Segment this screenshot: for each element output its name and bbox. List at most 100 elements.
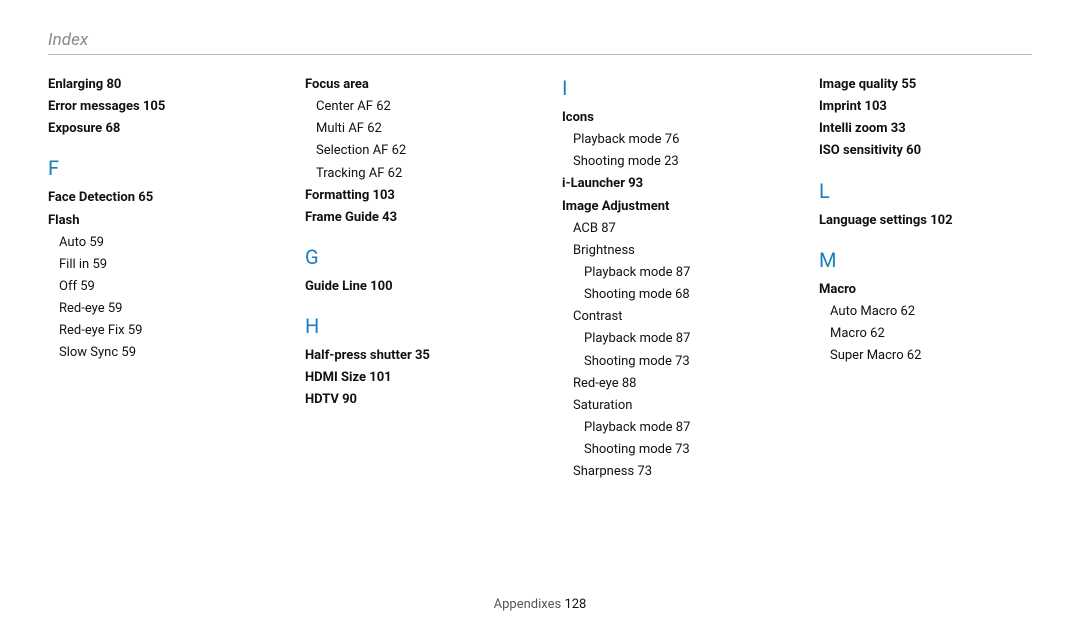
- entry-label: Red-eye: [573, 376, 619, 391]
- entry-label: Playback mode: [584, 331, 673, 346]
- page-number: 62: [392, 143, 407, 158]
- entry-label: Playback mode: [573, 132, 662, 147]
- entry-label: Multi AF: [316, 121, 364, 136]
- entry-selectionaf: Selection AF 62: [316, 141, 518, 161]
- entry-brightness-playback: Playback mode 87: [584, 263, 775, 283]
- entry-label: ISO sensitivity: [819, 143, 903, 158]
- page-number: 73: [637, 464, 652, 479]
- entry-error-messages: Error messages 105: [48, 97, 261, 117]
- page-number: 59: [80, 279, 95, 294]
- entry-supermacro: Super Macro 62: [830, 346, 1032, 366]
- page-footer: Appendixes 128: [0, 597, 1080, 612]
- page-number: 73: [675, 442, 690, 457]
- page-number: 59: [89, 235, 104, 250]
- letter-heading-m: M: [819, 245, 1032, 276]
- letter-heading-f: F: [48, 153, 261, 184]
- letter-heading-h: H: [305, 311, 518, 342]
- entry-focus-area: Focus area: [305, 75, 518, 95]
- entry-label: Red-eye: [59, 301, 105, 316]
- entry-centeraf: Center AF 62: [316, 97, 518, 117]
- page-number: 60: [906, 143, 921, 158]
- entry-macro-sub: Macro 62: [830, 324, 1032, 344]
- page-number: 62: [376, 99, 391, 114]
- entry-label: ACB: [573, 221, 598, 236]
- entry-label: Shooting mode: [573, 154, 661, 169]
- entry-label: Enlarging: [48, 77, 103, 92]
- entry-label: i-Launcher: [562, 176, 625, 191]
- footer-page-number: 128: [564, 597, 586, 612]
- entry-flash: Flash: [48, 211, 261, 231]
- entry-halfpress: Half-press shutter 35: [305, 346, 518, 366]
- entry-hdmisize: HDMI Size 101: [305, 368, 518, 388]
- page-number: 35: [415, 348, 430, 363]
- page-number: 62: [901, 304, 916, 319]
- entry-brightness-shooting: Shooting mode 68: [584, 285, 775, 305]
- entry-label: Exposure: [48, 121, 102, 136]
- entry-label: Selection AF: [316, 143, 388, 158]
- entry-image-quality: Image quality 55: [819, 75, 1032, 95]
- entry-saturation: Saturation: [573, 396, 775, 416]
- entry-flash-auto: Auto 59: [59, 233, 261, 253]
- entry-label: Off: [59, 279, 77, 294]
- entry-acb: ACB 87: [573, 219, 775, 239]
- entry-label: Sharpness: [573, 464, 634, 479]
- entry-label: Flash: [48, 213, 80, 228]
- entry-label: Playback mode: [584, 265, 673, 280]
- entry-label: Auto Macro: [830, 304, 897, 319]
- entry-label: Auto: [59, 235, 86, 250]
- page-number: 59: [108, 301, 123, 316]
- letter-heading-i: I: [562, 73, 775, 104]
- page-number: 105: [143, 99, 165, 114]
- page-number: 87: [676, 265, 691, 280]
- entry-flash-redeye: Red-eye 59: [59, 299, 261, 319]
- page-number: 62: [367, 121, 382, 136]
- page-number: 65: [138, 190, 153, 205]
- page-number: 102: [930, 213, 952, 228]
- entry-contrast: Contrast: [573, 307, 775, 327]
- page-number: 68: [105, 121, 120, 136]
- entry-contrast-shooting: Shooting mode 73: [584, 352, 775, 372]
- column-3: I Icons Playback mode 76 Shooting mode 2…: [562, 73, 775, 484]
- entry-label: Macro: [830, 326, 867, 341]
- entry-icons-shooting: Shooting mode 23: [573, 152, 775, 172]
- entry-image-adjustment: Image Adjustment: [562, 197, 775, 217]
- entry-frameguide: Frame Guide 43: [305, 208, 518, 228]
- page-number: 59: [121, 345, 136, 360]
- entry-sharpness: Sharpness 73: [573, 462, 775, 482]
- entry-label: Guide Line: [305, 279, 367, 294]
- entry-label: Playback mode: [584, 420, 673, 435]
- entry-label: Saturation: [573, 398, 632, 413]
- page-number: 62: [907, 348, 922, 363]
- entry-label: Red-eye Fix: [59, 323, 125, 338]
- letter-heading-l: L: [819, 176, 1032, 207]
- page-number: 23: [664, 154, 679, 169]
- entry-language: Language settings 102: [819, 211, 1032, 231]
- page-number: 103: [865, 99, 887, 114]
- letter-heading-g: G: [305, 242, 518, 273]
- page-header: Index: [48, 30, 1032, 50]
- entry-macro: Macro: [819, 280, 1032, 300]
- entry-label: Center AF: [316, 99, 373, 114]
- footer-section: Appendixes: [494, 597, 562, 612]
- page-number: 80: [106, 77, 121, 92]
- entry-label: Shooting mode: [584, 354, 672, 369]
- entry-saturation-shooting: Shooting mode 73: [584, 440, 775, 460]
- column-4: Image quality 55 Imprint 103 Intelli zoo…: [819, 73, 1032, 484]
- entry-enlarging: Enlarging 80: [48, 75, 261, 95]
- page-number: 87: [676, 331, 691, 346]
- entry-trackingaf: Tracking AF 62: [316, 164, 518, 184]
- entry-icons: Icons: [562, 108, 775, 128]
- page-number: 88: [622, 376, 637, 391]
- page-number: 100: [370, 279, 392, 294]
- entry-label: HDMI Size: [305, 370, 366, 385]
- entry-exposure: Exposure 68: [48, 119, 261, 139]
- entry-label: Imprint: [819, 99, 861, 114]
- page-number: 103: [373, 188, 395, 203]
- entry-flash-fillin: Fill in 59: [59, 255, 261, 275]
- entry-redeye: Red-eye 88: [573, 374, 775, 394]
- entry-intellizoom: Intelli zoom 33: [819, 119, 1032, 139]
- entry-label: Slow Sync: [59, 345, 118, 360]
- entry-label: Intelli zoom: [819, 121, 888, 136]
- index-columns: Enlarging 80 Error messages 105 Exposure…: [48, 73, 1032, 484]
- page-number: 59: [128, 323, 143, 338]
